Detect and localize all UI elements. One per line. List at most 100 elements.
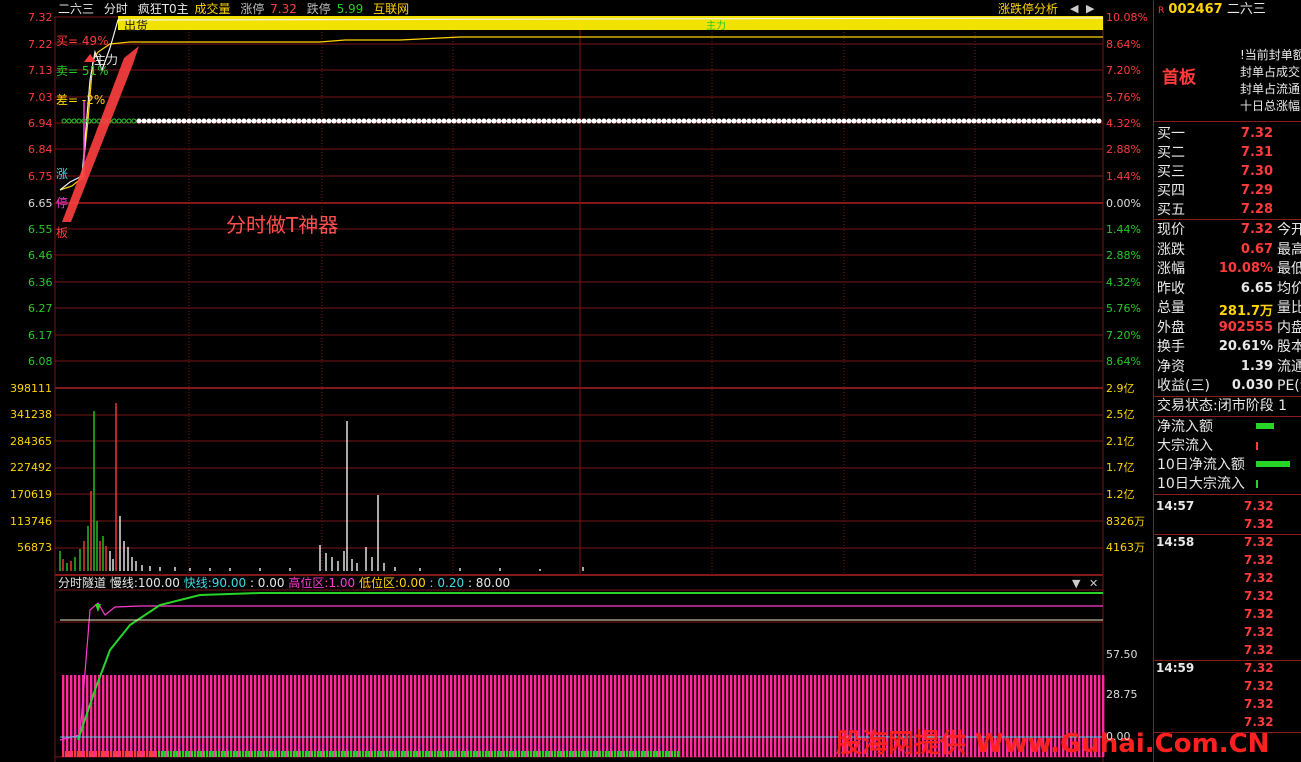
line-dot bbox=[791, 118, 797, 124]
trade-status: 交易状态:闭市阶段 1 bbox=[1157, 397, 1287, 415]
percent-tick: 2.88% bbox=[1106, 249, 1141, 262]
sub-base-bar bbox=[398, 751, 400, 757]
line-dot bbox=[751, 118, 757, 124]
sub-base-bar bbox=[440, 751, 442, 757]
sub-bar bbox=[614, 675, 617, 757]
dropdown-icon[interactable]: ▼ bbox=[1072, 577, 1080, 590]
bid-price: 7.31 bbox=[1240, 145, 1273, 160]
sub-bar bbox=[206, 675, 209, 757]
line-dot bbox=[121, 118, 127, 124]
flow-bar bbox=[1256, 442, 1258, 450]
line-dot bbox=[251, 118, 257, 124]
sub-bar bbox=[478, 675, 481, 757]
limit-up-label: 涨停 bbox=[240, 2, 265, 16]
quote-value: 7.32 bbox=[1240, 222, 1273, 237]
sub-bar bbox=[218, 675, 221, 757]
sub-base-bar bbox=[392, 751, 394, 757]
sub-base-bar bbox=[575, 751, 577, 757]
line-dot bbox=[761, 118, 767, 124]
sub-bar bbox=[174, 675, 177, 757]
line-dot bbox=[231, 118, 237, 124]
sub-base-bar bbox=[254, 751, 256, 757]
sub-base-bar bbox=[95, 751, 97, 757]
sub-bar bbox=[322, 675, 325, 757]
sub-bar bbox=[230, 675, 233, 757]
volume-tick: 170619 bbox=[10, 488, 52, 501]
sector-label[interactable]: 互联网 bbox=[373, 2, 409, 16]
sub-base-bar bbox=[209, 751, 211, 757]
sub-bar bbox=[474, 675, 477, 757]
sub-bar bbox=[806, 675, 809, 757]
line-dot bbox=[261, 118, 267, 124]
sub-bar bbox=[150, 675, 153, 757]
indicator-label[interactable]: 疯狂T0主 bbox=[138, 2, 189, 16]
sub-base-bar bbox=[359, 751, 361, 757]
small-main-label: 主力 bbox=[706, 21, 726, 32]
next-icon[interactable]: ▶ bbox=[1086, 2, 1094, 15]
sub-bar bbox=[650, 675, 653, 757]
price-tick: 6.65 bbox=[28, 197, 53, 210]
close-icon[interactable]: ✕ bbox=[1089, 577, 1098, 590]
view-label[interactable]: 分时 bbox=[104, 2, 128, 16]
percent-tick: 4.32% bbox=[1106, 276, 1141, 289]
line-dot bbox=[666, 118, 672, 124]
ban-label: 板 bbox=[56, 226, 69, 240]
line-dot bbox=[116, 118, 122, 124]
sub-base-bar bbox=[446, 751, 448, 757]
sub-bar bbox=[130, 675, 133, 757]
line-dot bbox=[1071, 118, 1077, 124]
sub-base-bar bbox=[362, 751, 364, 757]
sub-bar bbox=[754, 675, 757, 757]
sub-base-bar bbox=[449, 751, 451, 757]
sub-indicator-name[interactable]: 分时隧道 bbox=[58, 576, 106, 590]
avg-price-line bbox=[59, 36, 1103, 191]
line-dot bbox=[331, 118, 337, 124]
volume-label[interactable]: 成交量 bbox=[194, 2, 230, 16]
sub-bar bbox=[574, 675, 577, 757]
line-dot bbox=[441, 118, 447, 124]
sub-base-bar bbox=[101, 751, 103, 757]
board-label: 首板 bbox=[1162, 68, 1196, 88]
sub-base-bar bbox=[401, 751, 403, 757]
sub-bar bbox=[526, 675, 529, 757]
sub-bar bbox=[274, 675, 277, 757]
sub-base-bar bbox=[482, 751, 484, 757]
line-dot bbox=[451, 118, 457, 124]
sub-base-bar bbox=[128, 751, 130, 757]
line-dot bbox=[856, 118, 862, 124]
sub-bar bbox=[246, 675, 249, 757]
panel-divider bbox=[1153, 416, 1301, 417]
sub-base-bar bbox=[491, 751, 493, 757]
sub-bar bbox=[602, 675, 605, 757]
sub-base-bar bbox=[311, 751, 313, 757]
flow-label: 10日大宗流入 bbox=[1157, 476, 1245, 492]
sub-bar bbox=[402, 675, 405, 757]
line-dot bbox=[736, 118, 742, 124]
panel-divider bbox=[1153, 121, 1301, 122]
volume-amount-tick: 2.1亿 bbox=[1106, 435, 1135, 448]
sub-base-bar bbox=[650, 751, 652, 757]
sub-bar bbox=[546, 675, 549, 757]
status-extra: 1 bbox=[1278, 398, 1288, 414]
sub-bar bbox=[646, 675, 649, 757]
sub-bar bbox=[226, 675, 229, 757]
sub-bar bbox=[386, 675, 389, 757]
prev-icon[interactable]: ◀ bbox=[1070, 2, 1078, 15]
sub-base-bar bbox=[356, 751, 358, 757]
line-dot bbox=[836, 118, 842, 124]
sub-bar bbox=[822, 675, 825, 757]
seal-line: 封单占流通 bbox=[1240, 82, 1301, 96]
line-dot bbox=[716, 118, 722, 124]
limit-analysis-button[interactable]: 涨跌停分析 bbox=[998, 2, 1058, 16]
sub-base-bar bbox=[305, 751, 307, 757]
line-dot bbox=[686, 118, 692, 124]
line-dot bbox=[481, 118, 487, 124]
sub-base-bar bbox=[185, 751, 187, 757]
price-tick: 6.84 bbox=[28, 143, 53, 156]
sub-bar bbox=[706, 675, 709, 757]
sub-base-bar bbox=[479, 751, 481, 757]
price-tick: 6.94 bbox=[28, 117, 53, 130]
sub-base-bar bbox=[425, 751, 427, 757]
sub-base-bar bbox=[188, 751, 190, 757]
quote-extra-label: 量比 bbox=[1277, 300, 1301, 316]
